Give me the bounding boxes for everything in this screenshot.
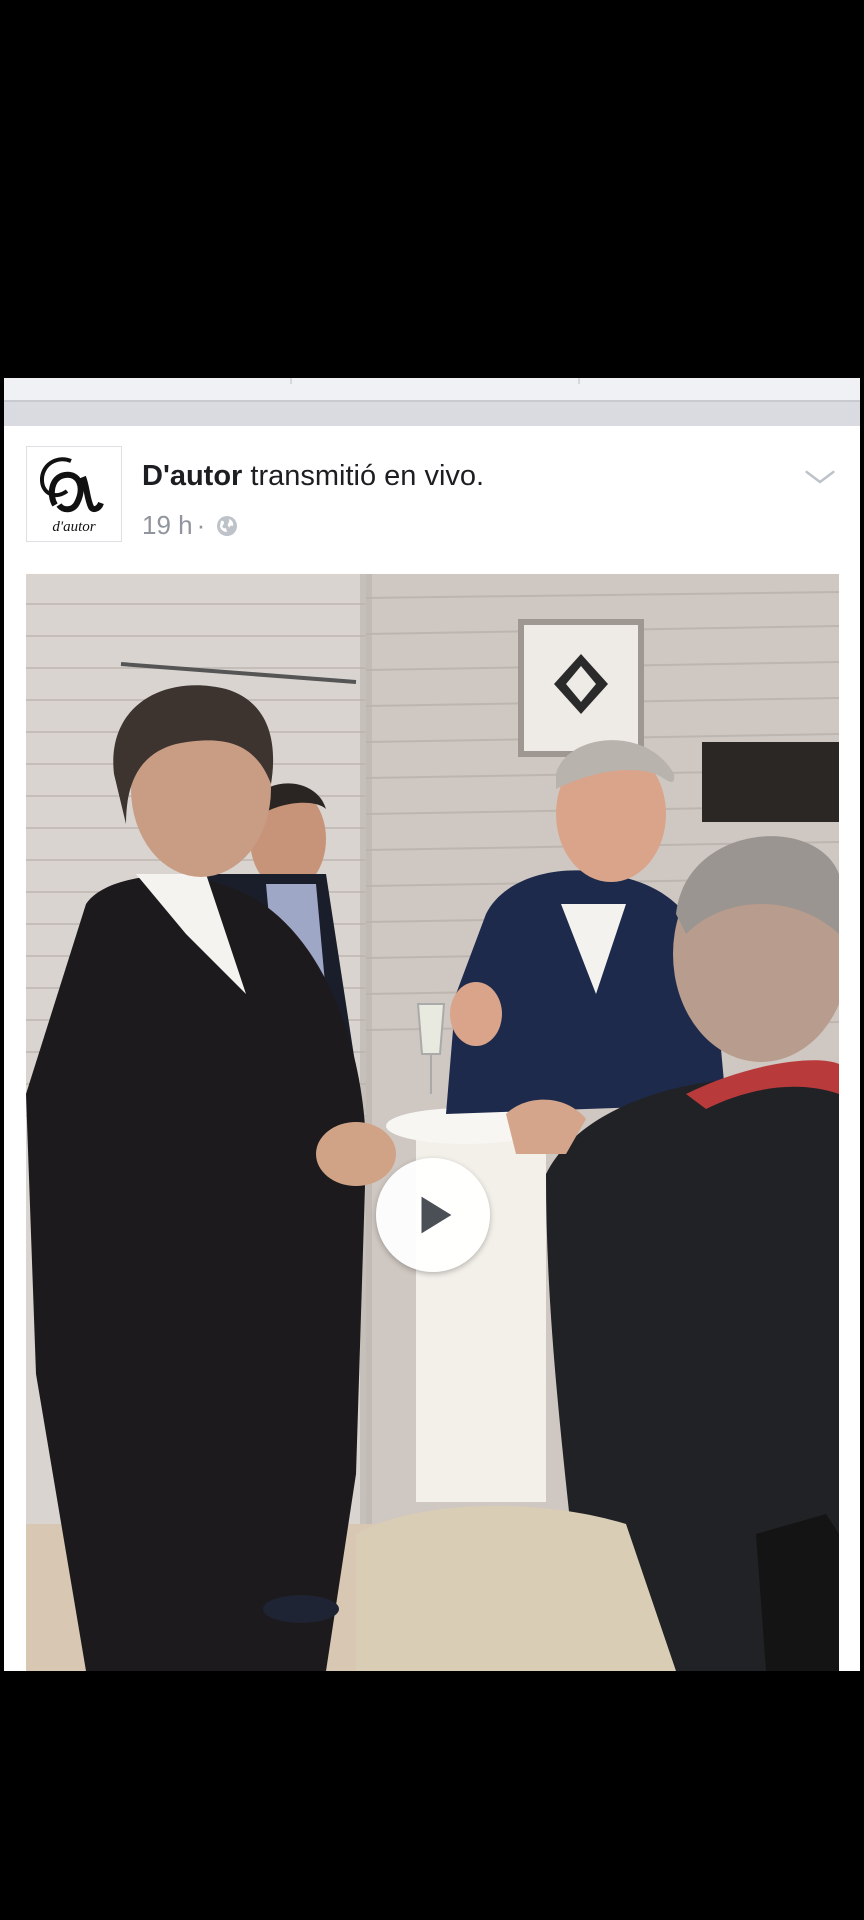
page-avatar[interactable]: d'autor (26, 446, 122, 542)
video-thumbnail (26, 574, 839, 1671)
screen: d'autor D'autor transmitió en vivo. 19 h… (0, 0, 864, 1920)
post-timestamp[interactable]: 19 h (142, 510, 193, 541)
post-meta: 19 h · (142, 510, 239, 541)
post-action-text: transmitió en vivo. (242, 460, 485, 492)
play-icon (421, 1196, 452, 1234)
dautor-logo: d'autor (40, 457, 104, 535)
feed-divider (4, 400, 860, 426)
divider-tick (290, 378, 292, 384)
chevron-down-icon (805, 470, 835, 484)
play-button[interactable] (376, 1158, 490, 1272)
previous-post-edge (4, 378, 860, 400)
post-header: D'autor transmitió en vivo. (142, 460, 484, 493)
divider-tick (578, 378, 580, 384)
page-name-link[interactable]: D'autor (142, 460, 242, 492)
meta-separator: · (196, 510, 206, 540)
svg-text:d'autor: d'autor (52, 519, 95, 535)
video-player[interactable] (26, 574, 839, 1671)
globe-icon (215, 514, 239, 538)
post-menu-button[interactable] (800, 462, 840, 492)
post-card: d'autor D'autor transmitió en vivo. 19 h… (4, 426, 860, 1671)
